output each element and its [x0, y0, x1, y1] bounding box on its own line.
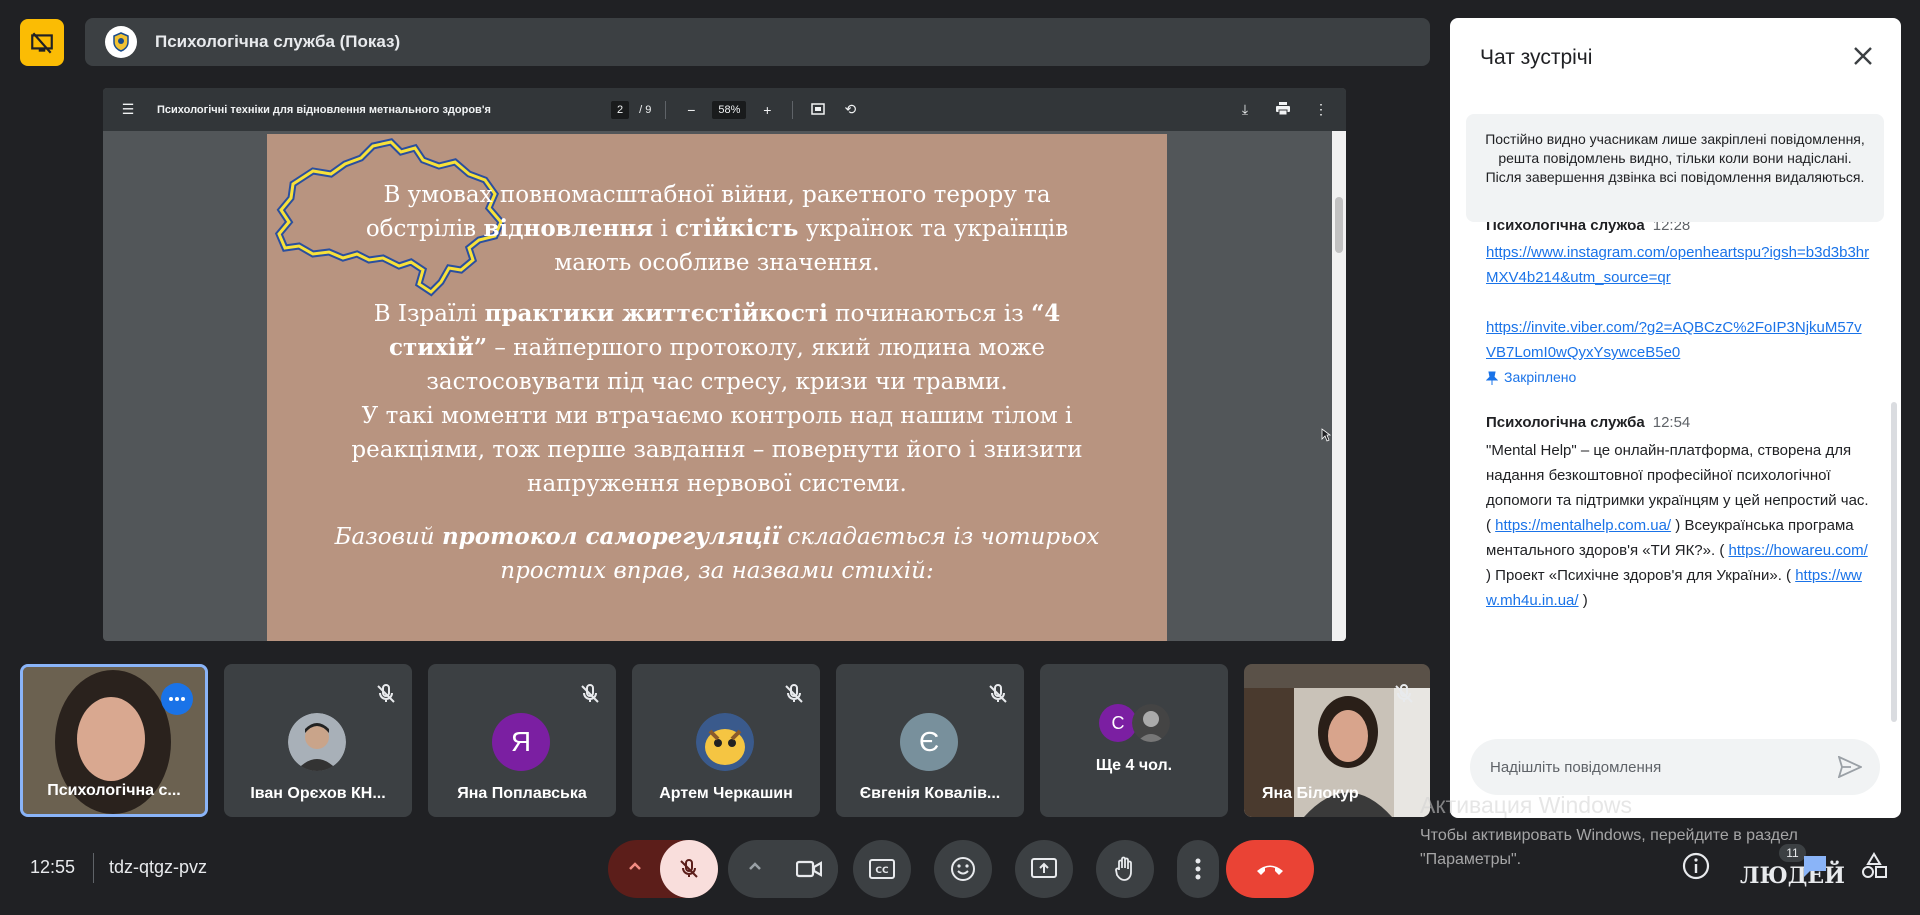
organization-logo-icon — [105, 26, 137, 58]
participant-name: Іван Орєхов КН... — [250, 785, 386, 802]
leave-call-button[interactable] — [1226, 840, 1314, 898]
participant-tile[interactable]: Артем Черкашин — [632, 664, 820, 817]
chat-messages: Психологічна служба 12:28 https://www.ins… — [1486, 222, 1871, 613]
presentation-status-icon[interactable] — [20, 19, 64, 66]
participant-tile[interactable]: Психологічна с... — [20, 664, 208, 817]
message-link[interactable]: https://mentalhelp.com.ua/ — [1495, 517, 1671, 534]
chevron-up-icon[interactable] — [746, 857, 764, 880]
pdf-toolbar: ☰ Психологічні техніки для відновлення м… — [103, 88, 1346, 131]
slide-paragraph-4: Базовий протокол саморегуляції складаєть… — [334, 523, 1100, 584]
avatar — [1132, 704, 1170, 742]
participant-name: Артем Черкашин — [659, 785, 793, 802]
pinned-indicator: Закріплено — [1486, 365, 1871, 390]
camera-toggle-button[interactable] — [780, 840, 838, 898]
message-link[interactable]: https://invite.viber.com/?g2=AQBCzC%2FoI… — [1486, 319, 1862, 361]
participant-name: Євгенія Ковалів... — [859, 785, 1001, 802]
windows-activation-text: Чтобы активировать Windows, перейдите в … — [1420, 827, 1798, 868]
divider — [93, 853, 94, 883]
message-link[interactable]: https://www.instagram.com/openheartspu?i… — [1486, 244, 1869, 286]
participant-name: Яна Білокур — [1262, 785, 1359, 802]
svg-text:CC: CC — [875, 866, 889, 876]
chat-message-input[interactable]: Надішліть повідомлення — [1470, 739, 1880, 795]
raise-hand-button[interactable] — [1096, 840, 1154, 898]
more-options-icon[interactable]: ⋮ — [1310, 101, 1332, 118]
pdf-document-title: Психологічні техніки для відновлення мет… — [157, 103, 491, 116]
participant-tile[interactable]: Яна Білокур — [1244, 664, 1430, 817]
more-options-button[interactable] — [1177, 840, 1219, 898]
present-screen-icon — [1031, 858, 1057, 878]
pdf-page: В умовах повномасштабної війни, ракетног… — [267, 134, 1167, 641]
participant-tile[interactable]: Є Євгенія Ковалів... — [836, 664, 1024, 817]
chat-notice: Постійно видно учасникам лише закріплені… — [1466, 114, 1884, 222]
pdf-scrollbar-thumb[interactable] — [1335, 197, 1343, 253]
captions-button[interactable]: CC — [853, 840, 911, 898]
avatar: Я — [492, 713, 550, 771]
mic-off-icon — [581, 684, 599, 703]
message-sender: Психологічна служба 12:54 — [1486, 414, 1691, 431]
emoji-icon — [951, 857, 975, 881]
chat-panel: Чат зустрічі Психологічна служба 12:28 ht… — [1450, 18, 1901, 818]
camera-control-group — [728, 840, 838, 898]
avatar — [696, 713, 754, 771]
download-icon[interactable]: ⤓ — [1234, 101, 1256, 118]
participant-tile[interactable]: Іван Орєхов КН... — [224, 664, 412, 817]
participant-name: Психологічна с... — [47, 782, 181, 799]
mic-off-icon — [785, 684, 803, 703]
mouse-cursor-icon — [1321, 428, 1331, 442]
pin-icon — [1486, 371, 1498, 385]
avatar: Є — [900, 713, 958, 771]
zoom-out-icon[interactable]: − — [680, 102, 702, 118]
reactions-button[interactable] — [934, 840, 992, 898]
participant-name: Яна Поплавська — [457, 785, 587, 802]
zoom-level-input[interactable]: 58% — [712, 100, 747, 119]
menu-icon[interactable]: ☰ — [117, 101, 139, 118]
slide-paragraph-1: В умовах повномасштабної війни, ракетног… — [365, 182, 1069, 276]
captions-icon: CC — [869, 859, 895, 879]
mic-off-icon — [680, 859, 698, 878]
mic-off-icon — [377, 684, 395, 703]
message-sender: Психологічна служба 12:28 — [1486, 222, 1691, 234]
message-body: "Mental Help" – це онлайн-платформа, ств… — [1486, 442, 1869, 609]
mic-control-group — [608, 840, 718, 898]
participant-tile[interactable]: Я Яна Поплавська — [428, 664, 616, 817]
zoom-in-icon[interactable]: + — [756, 102, 778, 118]
slide-paragraph-3: У такі моменти ми втрачаємо контроль над… — [351, 403, 1083, 497]
participant-tile-more[interactable]: С Ще 4 чол. — [1040, 664, 1228, 817]
more-participants-label: Ще 4 чол. — [1095, 757, 1173, 774]
meeting-title: Психологічна служба (Показ) — [155, 32, 401, 51]
close-icon[interactable] — [1851, 44, 1875, 68]
meeting-title-bar: Психологічна служба (Показ) — [85, 18, 1430, 66]
pdf-scrollbar[interactable] — [1332, 131, 1346, 641]
chat-scrollbar[interactable] — [1891, 402, 1897, 722]
send-icon[interactable] — [1838, 756, 1862, 778]
print-icon[interactable] — [1272, 101, 1294, 118]
end-call-icon — [1257, 865, 1283, 875]
more-options-button[interactable] — [161, 683, 193, 715]
avatar — [288, 713, 346, 771]
meeting-code: tdz-qtgz-pvz — [109, 857, 208, 877]
rotate-icon[interactable]: ⟲ — [839, 101, 861, 118]
mic-toggle-button[interactable] — [660, 840, 718, 898]
page-number-input[interactable]: 2 — [611, 100, 630, 119]
page-total: / 9 — [639, 103, 652, 116]
mic-off-icon — [1395, 684, 1413, 703]
message-link[interactable]: https://howareu.com/ — [1729, 542, 1868, 559]
pdf-viewer: ☰ Психологічні техніки для відновлення м… — [103, 88, 1346, 641]
camera-icon — [796, 860, 822, 878]
windows-activation-title: Активация Windows — [1420, 792, 1632, 818]
fit-page-icon[interactable] — [807, 102, 829, 118]
mic-off-icon — [989, 684, 1007, 703]
chat-heading: Чат зустрічі — [1480, 46, 1593, 69]
chevron-up-icon[interactable] — [626, 857, 644, 880]
hand-icon — [1115, 856, 1132, 881]
current-time: 12:55 — [30, 857, 76, 877]
slide-paragraph-2: В Ізраїлі практики життєстійкості почина… — [373, 300, 1061, 395]
present-screen-button[interactable] — [1015, 840, 1073, 898]
more-vertical-icon — [1195, 858, 1201, 880]
